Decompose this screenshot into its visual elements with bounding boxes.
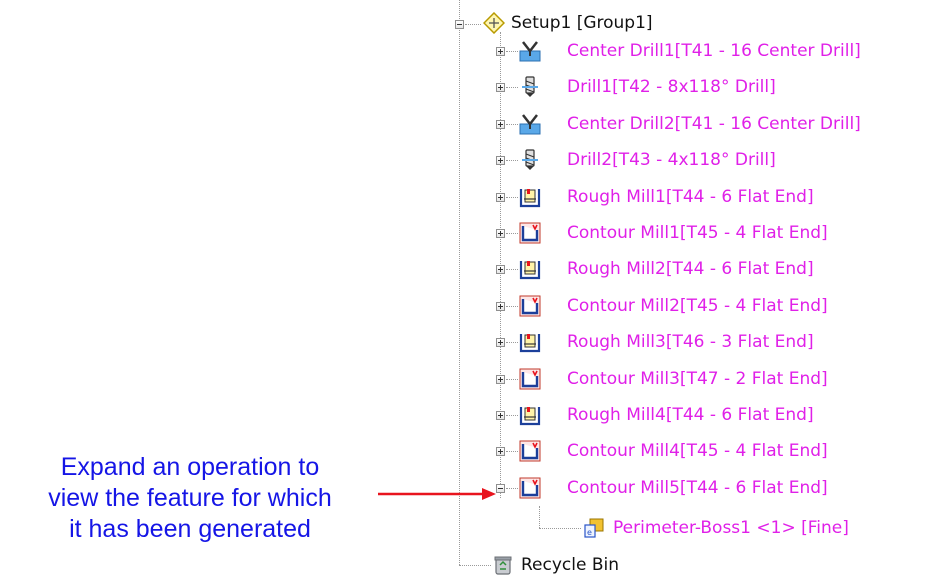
callout-arrow (378, 488, 496, 500)
tree-guide-line (506, 342, 518, 343)
operation-label[interactable]: Contour Mill3[T47 - 2 Flat End] (567, 369, 828, 389)
contour-mill-icon (519, 295, 541, 317)
collapse-toggle[interactable] (455, 20, 464, 29)
tree-guide-line (506, 379, 518, 380)
screenshot-canvas: Setup1 [Group1] Center Drill1[T41 - 16 C… (0, 0, 926, 587)
expand-toggle[interactable] (496, 120, 505, 129)
center-drill-icon (519, 40, 541, 62)
expand-toggle[interactable] (496, 47, 505, 56)
recycle-bin-icon (492, 554, 514, 576)
contour-mill-icon (519, 440, 541, 462)
setup-label[interactable]: Setup1 [Group1] (511, 13, 653, 33)
operation-label[interactable]: Contour Mill1[T45 - 4 Flat End] (567, 223, 828, 243)
setup-icon (483, 12, 505, 34)
annotation-line: view the feature for which (48, 484, 332, 512)
recycle-bin-label[interactable]: Recycle Bin (521, 555, 619, 575)
tree-guide-line (506, 197, 518, 198)
operation-label[interactable]: Center Drill1[T41 - 16 Center Drill] (567, 41, 861, 61)
feature-icon: e (583, 517, 605, 539)
contour-mill-icon (519, 477, 541, 499)
tree-guide-line (506, 160, 518, 161)
tree-guide-line (506, 488, 518, 489)
rough-mill-icon (519, 258, 541, 280)
tree-guide-line (459, 0, 460, 565)
expand-toggle[interactable] (496, 83, 505, 92)
tree-guide-line (506, 51, 518, 52)
tree-guide-line (506, 124, 518, 125)
rough-mill-icon (519, 186, 541, 208)
tree-guide-line (539, 506, 540, 528)
expand-toggle[interactable] (496, 447, 505, 456)
expand-toggle[interactable] (496, 375, 505, 384)
feature-label[interactable]: Perimeter-Boss1 <1> [Fine] (613, 518, 849, 538)
drill-icon (519, 76, 541, 98)
tree-guide-line (506, 415, 518, 416)
expand-toggle[interactable] (496, 302, 505, 311)
operation-label[interactable]: Rough Mill4[T44 - 6 Flat End] (567, 405, 814, 425)
center-drill-icon (519, 113, 541, 135)
expand-toggle[interactable] (496, 229, 505, 238)
tree-guide-line (506, 87, 518, 88)
contour-mill-icon (519, 368, 541, 390)
operation-label[interactable]: Rough Mill1[T44 - 6 Flat End] (567, 187, 814, 207)
tree-guide-line (506, 269, 518, 270)
drill-icon (519, 149, 541, 171)
operation-label[interactable]: Contour Mill5[T44 - 6 Flat End] (567, 478, 828, 498)
expand-toggle[interactable] (496, 193, 505, 202)
operation-label[interactable]: Rough Mill2[T44 - 6 Flat End] (567, 259, 814, 279)
cam-operation-tree: Setup1 [Group1] Center Drill1[T41 - 16 C… (445, 0, 926, 587)
tree-guide-line (459, 565, 491, 566)
tree-guide-line (506, 233, 518, 234)
svg-text:e: e (587, 528, 592, 537)
expand-toggle[interactable] (496, 338, 505, 347)
annotation-line: Expand an operation to (60, 453, 320, 481)
annotation-line: it has been generated (69, 515, 311, 543)
expand-toggle[interactable] (496, 411, 505, 420)
contour-mill-icon (519, 222, 541, 244)
expand-toggle[interactable] (496, 265, 505, 274)
expand-toggle[interactable] (496, 156, 505, 165)
operation-label[interactable]: Center Drill2[T41 - 16 Center Drill] (567, 114, 861, 134)
rough-mill-icon (519, 331, 541, 353)
operation-label[interactable]: Contour Mill4[T45 - 4 Flat End] (567, 441, 828, 461)
operation-label[interactable]: Drill1[T42 - 8x118° Drill] (567, 77, 776, 97)
tree-guide-line (506, 306, 518, 307)
operation-label[interactable]: Rough Mill3[T46 - 3 Flat End] (567, 332, 814, 352)
operation-label[interactable]: Contour Mill2[T45 - 4 Flat End] (567, 296, 828, 316)
tree-guide-line (539, 528, 581, 529)
rough-mill-icon (519, 404, 541, 426)
tree-guide-line (506, 451, 518, 452)
annotation-callout: Expand an operation to view the feature … (0, 452, 380, 545)
tree-guide-line (465, 24, 481, 25)
operation-label[interactable]: Drill2[T43 - 4x118° Drill] (567, 150, 776, 170)
